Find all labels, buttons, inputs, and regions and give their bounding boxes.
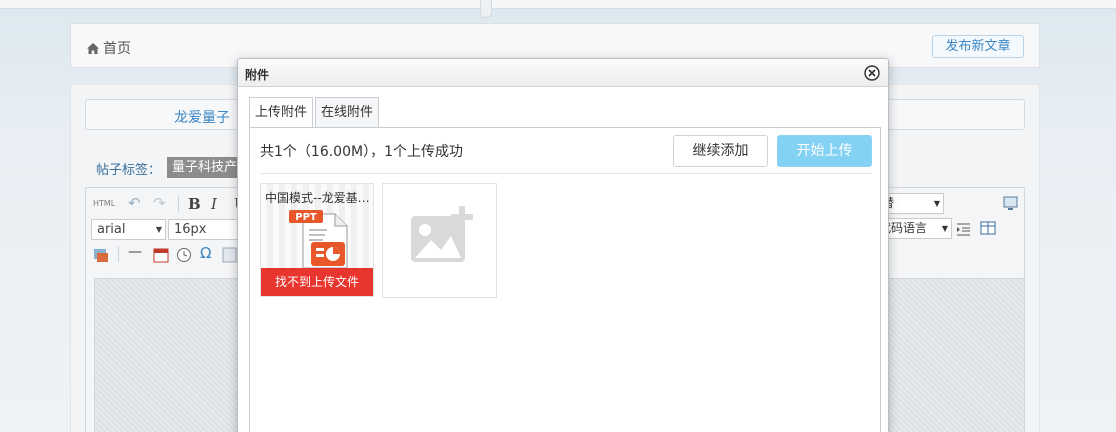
add-more-button[interactable]: 继续添加: [673, 135, 768, 167]
close-icon[interactable]: [864, 65, 880, 81]
dialog-title: 附件: [245, 68, 270, 82]
file-item[interactable]: 中国模式--龙爱基… PPT 找不到上传文件: [260, 183, 374, 297]
font-family-select[interactable]: arial ▼: [91, 219, 166, 240]
breadcrumb-home[interactable]: 首页: [87, 38, 131, 58]
toolbar-divider: [178, 196, 179, 212]
html-source-button[interactable]: HTML: [93, 199, 115, 208]
clock-icon[interactable]: [176, 247, 192, 263]
start-upload-button[interactable]: 开始上传: [777, 135, 872, 167]
chevron-down-icon: ▼: [933, 199, 940, 208]
upload-status-text: 共1个（16.00M），1个上传成功: [260, 144, 463, 160]
dialog-titlebar: 附件: [238, 59, 888, 87]
tab-online-attachment[interactable]: 在线附件: [315, 97, 380, 127]
undo-icon[interactable]: ↶: [128, 194, 141, 212]
preview-icon[interactable]: [1003, 196, 1018, 211]
file-name: 中国模式--龙爱基…: [265, 191, 370, 205]
ppt-file-icon: PPT: [289, 210, 348, 269]
bold-button[interactable]: B: [188, 195, 201, 213]
top-toggle-handle[interactable]: [480, 0, 492, 18]
special-char-icon[interactable]: Ω: [200, 244, 211, 262]
top-bar: [0, 0, 1116, 9]
home-icon: [87, 43, 99, 54]
toolbar-divider: [118, 246, 119, 262]
italic-button[interactable]: I: [211, 195, 217, 213]
chevron-down-icon: ▼: [155, 225, 162, 234]
chevron-down-icon: ▼: [941, 224, 948, 233]
font-family-value: arial: [97, 222, 126, 237]
font-size-value: 16px: [174, 222, 207, 237]
redo-icon[interactable]: ↷: [153, 194, 166, 212]
table-icon[interactable]: [980, 221, 996, 236]
font-size-select[interactable]: 16px: [168, 219, 238, 240]
file-error-message: 找不到上传文件: [261, 268, 373, 296]
upload-panel: 共1个（16.00M），1个上传成功 继续添加 开始上传 中国模式--龙爱基… …: [249, 127, 881, 432]
add-image-icon: [411, 206, 473, 262]
tab-upload-attachment[interactable]: 上传附件: [249, 97, 314, 128]
tag-label: 帖子标签：: [96, 163, 162, 178]
breadcrumb-home-label: 首页: [103, 41, 131, 57]
upload-status-row: 共1个（16.00M），1个上传成功 继续添加 开始上传: [250, 128, 880, 174]
category-tab-active[interactable]: 龙爱量子: [174, 107, 230, 127]
tag-chip[interactable]: 量子科技产业: [167, 157, 247, 178]
attachment-dialog: 附件 上传附件 在线附件 共1个（16.00M），1个上传成功 继续添加 开始上…: [237, 58, 889, 432]
calendar-icon[interactable]: [153, 247, 169, 263]
horizontal-rule-icon[interactable]: —: [128, 244, 142, 260]
ppt-badge: PPT: [295, 212, 317, 223]
publish-new-article-button[interactable]: 发布新文章: [932, 35, 1024, 58]
indent-icon[interactable]: [956, 222, 971, 237]
image-insert-icon[interactable]: [93, 247, 109, 263]
word-paste-icon[interactable]: [222, 247, 238, 263]
add-file-slot[interactable]: [382, 183, 497, 298]
status-divider: [260, 173, 872, 174]
